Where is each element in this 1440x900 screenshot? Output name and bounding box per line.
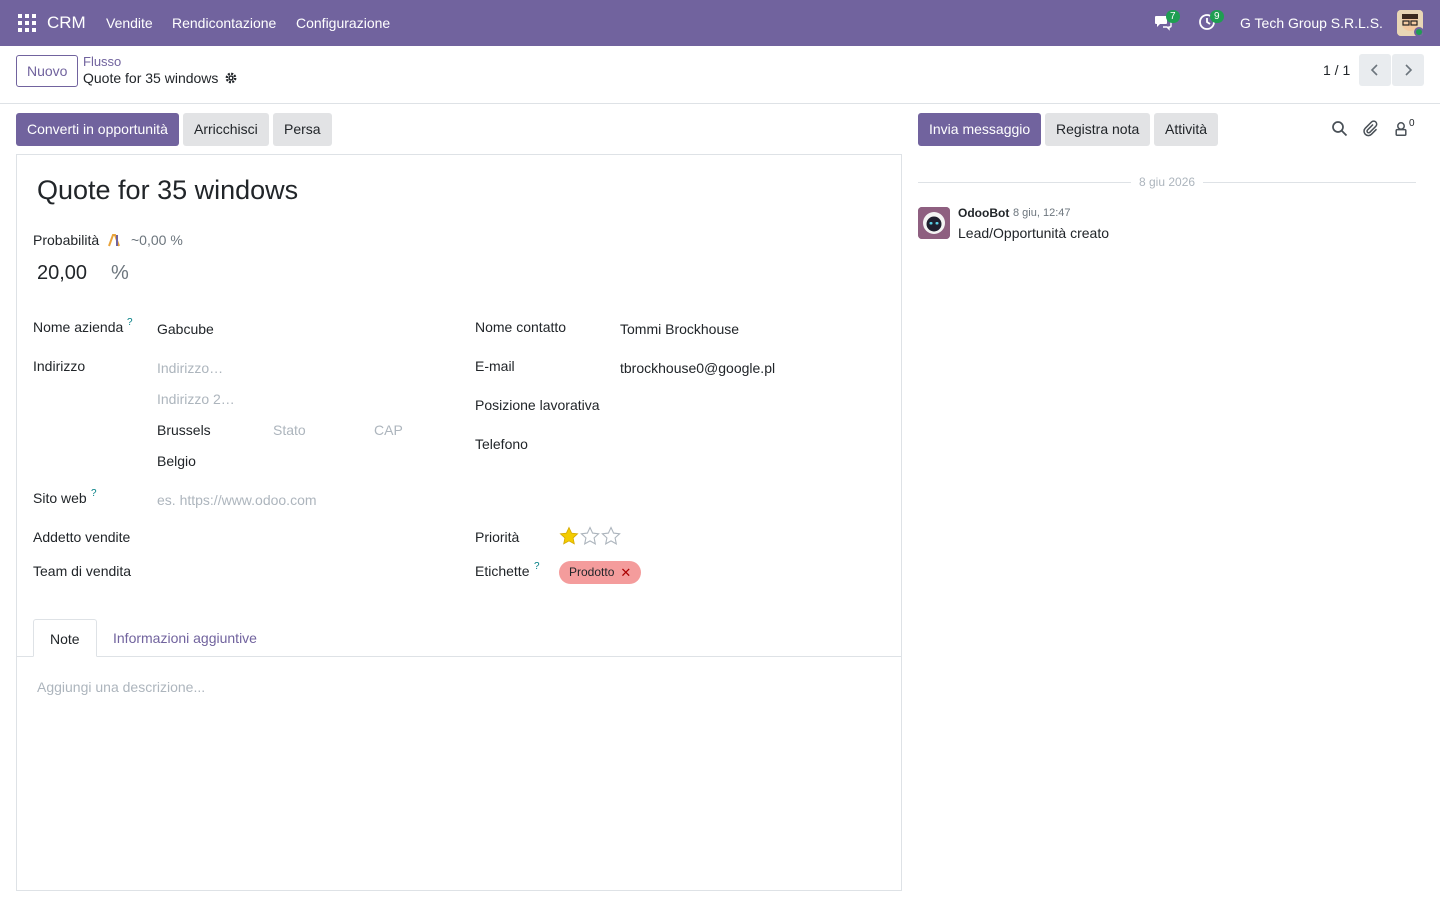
city-input[interactable]: Brussels [157, 422, 211, 438]
ai-probability-value: ~0,00 % [131, 232, 183, 248]
tag-label: Prodotto [569, 565, 615, 579]
menu-rendicontazione[interactable]: Rendicontazione [172, 15, 276, 31]
website-label: Sito web [33, 490, 87, 506]
activities-button[interactable]: Attività [1154, 113, 1219, 146]
menu-vendite[interactable]: Vendite [106, 15, 153, 31]
message-author[interactable]: OdooBot [958, 206, 1009, 220]
odoobot-avatar[interactable] [918, 207, 950, 239]
chevron-right-icon [1405, 64, 1413, 76]
enrich-button[interactable]: Arricchisci [183, 113, 269, 146]
new-button[interactable]: Nuovo [16, 55, 79, 87]
lost-button[interactable]: Persa [273, 113, 332, 146]
paperclip-icon[interactable] [1362, 120, 1380, 138]
menu-configurazione[interactable]: Configurazione [296, 15, 390, 31]
message-body: Lead/Opportunità creato [958, 225, 1109, 241]
app-brand[interactable]: CRM [47, 13, 86, 33]
priority-star-icon-3[interactable] [601, 526, 621, 546]
phone-label: Telefono [475, 436, 528, 452]
company-name-label: Nome azienda [33, 319, 124, 335]
apps-menu-icon[interactable] [18, 14, 36, 32]
probability-label: Probabilità [33, 232, 100, 248]
help-tooltip-icon[interactable]: ? [91, 488, 97, 499]
top-navbar: CRM Vendite Rendicontazione Configurazio… [0, 0, 1440, 46]
form-sheet: Quote for 35 windows Probabilità ~0,00 %… [16, 154, 902, 891]
website-input[interactable]: es. https://www.odoo.com [157, 492, 317, 508]
breadcrumb-current: Quote for 35 windows [83, 70, 219, 86]
chevron-left-icon [1370, 64, 1378, 76]
message-date: 8 giu, 12:47 [1013, 207, 1071, 219]
search-icon[interactable] [1331, 120, 1349, 138]
contact-name-input[interactable]: Tommi Brockhouse [620, 321, 739, 337]
tags-label: Etichette [475, 563, 530, 579]
address-label: Indirizzo [33, 358, 86, 374]
probability-input[interactable]: 20,00 [37, 262, 87, 285]
sales-team-label: Team di vendita [33, 563, 132, 579]
remove-tag-icon[interactable]: ✕ [620, 561, 631, 584]
control-panel: Nuovo Flusso Quote for 35 windows 1 / 1 [0, 46, 1440, 104]
date-separator-line [918, 182, 1131, 183]
tag-badge: Prodotto ✕ [559, 561, 642, 584]
email-input[interactable]: tbrockhouse0@google.pl [620, 360, 775, 376]
contact-name-label: Nome contatto [475, 319, 567, 335]
priority-star-icon-1[interactable] [559, 526, 579, 546]
activities-badge: 9 [1210, 10, 1224, 23]
help-tooltip-icon[interactable]: ? [127, 317, 133, 328]
zip-input[interactable]: CAP [374, 422, 403, 438]
messages-badge: 7 [1166, 10, 1180, 23]
online-status-icon [1414, 27, 1423, 36]
job-position-label: Posizione lavorativa [475, 397, 600, 413]
company-name-input[interactable]: Gabcube [157, 321, 214, 337]
gear-icon[interactable] [224, 71, 238, 85]
country-input[interactable]: Belgio [157, 453, 196, 469]
pager-previous-button[interactable] [1359, 54, 1391, 86]
state-input[interactable]: Stato [273, 422, 306, 438]
priority-label: Priorità [475, 529, 520, 545]
log-note-button[interactable]: Registra nota [1045, 113, 1151, 146]
street-input[interactable]: Indirizzo… [157, 360, 223, 376]
user-avatar[interactable] [1397, 10, 1423, 36]
priority-star-icon-2[interactable] [580, 526, 600, 546]
description-editor[interactable]: Aggiungi una descrizione... [37, 679, 205, 695]
probability-unit: % [111, 262, 129, 284]
tab-extra-info[interactable]: Informazioni aggiuntive [97, 619, 273, 657]
pager-value[interactable]: 1 / 1 [1323, 62, 1350, 78]
convert-to-opportunity-button[interactable]: Converti in opportunità [16, 113, 179, 146]
messages-icon[interactable]: 7 [1154, 10, 1180, 33]
breadcrumb-parent-link[interactable]: Flusso [83, 54, 121, 69]
ai-probability-icon [108, 234, 122, 247]
send-message-button[interactable]: Invia messaggio [918, 113, 1042, 146]
date-separator: 8 giu 2026 [1139, 175, 1196, 189]
date-separator-line [1203, 182, 1416, 183]
email-label: E-mail [475, 358, 515, 374]
company-switcher[interactable]: G Tech Group S.R.L.S. [1240, 15, 1383, 31]
activities-clock-icon[interactable]: 9 [1198, 10, 1224, 33]
street2-input[interactable]: Indirizzo 2… [157, 391, 235, 407]
salesperson-label: Addetto vendite [33, 529, 131, 545]
lead-title-input[interactable]: Quote for 35 windows [37, 175, 298, 206]
pager-next-button[interactable] [1392, 54, 1424, 86]
tab-notes[interactable]: Note [33, 619, 97, 657]
followers-count: 0 [1409, 118, 1415, 129]
help-tooltip-icon[interactable]: ? [534, 561, 540, 572]
